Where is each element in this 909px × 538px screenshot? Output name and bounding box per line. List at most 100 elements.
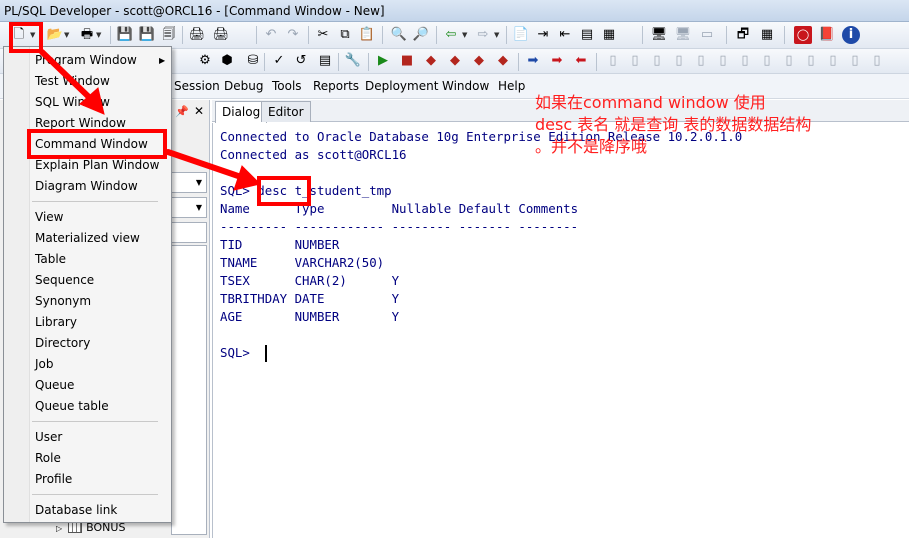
indent-icon[interactable]: ⇥ <box>534 26 552 44</box>
menu-reports[interactable]: Reports <box>313 79 359 93</box>
print-dropdown-icon[interactable]: ▼ <box>96 26 104 44</box>
cascade-icon[interactable]: 🗗 <box>734 26 752 44</box>
macro-icon[interactable]: ▯ <box>692 52 710 70</box>
toggle-icon[interactable]: ▯ <box>824 52 842 70</box>
find-replace-icon[interactable]: 🔎 <box>412 26 430 44</box>
merge-icon[interactable]: ▯ <box>868 52 886 70</box>
debug-start-icon[interactable]: ▶ <box>374 52 392 70</box>
close-panel-icon[interactable]: ✕ <box>194 104 204 118</box>
find-icon[interactable]: 🔍 <box>390 26 408 44</box>
back-dropdown-icon[interactable]: ▼ <box>462 26 470 44</box>
step-out-icon[interactable]: ◆ <box>470 52 488 70</box>
session-icon[interactable]: 🖥 <box>674 26 692 44</box>
macro-stop-icon[interactable]: ▯ <box>758 52 776 70</box>
menu-item-view[interactable]: View <box>35 209 63 225</box>
user-filter-combo[interactable]: ▼ <box>171 172 207 193</box>
bookmark-prev-icon[interactable]: ▯ <box>648 52 666 70</box>
tab-dialog[interactable]: Dialog <box>215 101 268 123</box>
sql-editor-icon[interactable]: ▤ <box>316 52 334 70</box>
menu-item-directory[interactable]: Directory <box>35 335 90 351</box>
macro-play-icon[interactable]: ▯ <box>736 52 754 70</box>
open-icon[interactable]: 📂 <box>46 26 64 44</box>
step-into-icon[interactable]: ◆ <box>422 52 440 70</box>
wrench-icon[interactable]: 🔧 <box>344 52 362 70</box>
object-tree[interactable] <box>171 245 207 535</box>
window-list-icon[interactable]: ▭ <box>698 26 716 44</box>
comment-icon[interactable]: ▦ <box>600 26 618 44</box>
menu-item-synonym[interactable]: Synonym <box>35 293 91 309</box>
menu-deployment[interactable]: Deployment <box>365 79 438 93</box>
save-as-icon[interactable]: 💾 <box>138 26 156 44</box>
break-icon[interactable]: ⬢ <box>218 52 236 70</box>
menu-tools[interactable]: Tools <box>272 79 302 93</box>
menu-item-sql-window[interactable]: SQL Window <box>35 94 110 110</box>
print-preview-icon[interactable]: 🖨 <box>212 26 230 44</box>
print-icon[interactable]: 🖨 <box>188 26 206 44</box>
info-icon[interactable]: i <box>842 26 860 44</box>
object-filter-combo[interactable]: ▼ <box>171 197 207 218</box>
debug-stop-icon[interactable]: ■ <box>398 52 416 70</box>
arrow-right-blue-icon[interactable]: ➡ <box>524 52 542 70</box>
cut-icon[interactable]: ✂ <box>314 26 332 44</box>
arrow-right-red-icon[interactable]: ➡ <box>548 52 566 70</box>
forward-icon[interactable]: ⇨ <box>474 26 492 44</box>
paste-icon[interactable]: 📋 <box>358 26 376 44</box>
fetch-icon[interactable]: ⛁ <box>244 52 262 70</box>
step-over-icon[interactable]: ◆ <box>446 52 464 70</box>
tile-icon[interactable]: ▦ <box>758 26 776 44</box>
menu-item-explain-plan-window[interactable]: Explain Plan Window <box>35 157 159 173</box>
highlight-command-window <box>27 129 167 159</box>
menu-item-database-link[interactable]: Database link <box>35 502 117 518</box>
menu-item-queue[interactable]: Queue <box>35 377 74 393</box>
undo-icon[interactable]: ↶ <box>262 26 280 44</box>
menu-item-profile[interactable]: Profile <box>35 471 72 487</box>
tab-editor[interactable]: Editor <box>261 101 311 122</box>
macro-record-icon[interactable]: ▯ <box>714 52 732 70</box>
oracle-logo-icon[interactable]: ◯ <box>794 26 812 44</box>
expand-icon[interactable]: ▷ <box>56 524 62 533</box>
menu-item-program-window[interactable]: Program Window <box>35 52 137 68</box>
save-all-icon[interactable]: 🗐 <box>160 26 178 44</box>
template-icon[interactable]: ▯ <box>780 52 798 70</box>
rollback-icon[interactable]: ↺ <box>292 52 310 70</box>
run-to-icon[interactable]: ◆ <box>494 52 512 70</box>
pin-icon[interactable]: 📌 <box>175 105 189 118</box>
toolbar-separator <box>784 26 785 44</box>
arrow-exit-icon[interactable]: ⬅ <box>572 52 590 70</box>
menu-item-role[interactable]: Role <box>35 450 61 466</box>
command-output[interactable]: Connected to Oracle Database 10g Enterpr… <box>212 123 909 538</box>
menu-session[interactable]: Session <box>174 79 220 93</box>
menu-help[interactable]: Help <box>498 79 525 93</box>
menu-item-job[interactable]: Job <box>35 356 54 372</box>
menu-item-sequence[interactable]: Sequence <box>35 272 94 288</box>
search-field[interactable] <box>171 222 207 243</box>
open-dropdown-icon[interactable]: ▼ <box>64 26 72 44</box>
commit-icon[interactable]: ✓ <box>270 52 288 70</box>
split-icon[interactable]: ▯ <box>846 52 864 70</box>
uppercase-icon[interactable]: ▤ <box>578 26 596 44</box>
menu-item-user[interactable]: User <box>35 429 62 445</box>
menu-item-table[interactable]: Table <box>35 251 66 267</box>
unindent-icon[interactable]: ⇤ <box>556 26 574 44</box>
pdf-icon[interactable]: 📕 <box>818 26 836 44</box>
menu-debug[interactable]: Debug <box>224 79 263 93</box>
forward-dropdown-icon[interactable]: ▼ <box>494 26 502 44</box>
bookmark-next-icon[interactable]: ▯ <box>626 52 644 70</box>
bookmark-clear-icon[interactable]: ▯ <box>670 52 688 70</box>
describe-icon[interactable]: 📄 <box>512 26 530 44</box>
copy-icon[interactable]: ⧉ <box>336 26 354 44</box>
save-icon[interactable]: 💾 <box>116 26 134 44</box>
monitor-icon[interactable]: 🖥 <box>650 26 668 44</box>
print-setup-icon[interactable]: 🖶 <box>78 26 96 44</box>
menu-item-test-window[interactable]: Test Window <box>35 73 110 89</box>
menu-item-library[interactable]: Library <box>35 314 77 330</box>
template-list-icon[interactable]: ▯ <box>802 52 820 70</box>
menu-window[interactable]: Window <box>442 79 489 93</box>
menu-item-diagram-window[interactable]: Diagram Window <box>35 178 138 194</box>
redo-icon[interactable]: ↷ <box>284 26 302 44</box>
execute-icon[interactable]: ⚙ <box>196 52 214 70</box>
bookmark-icon[interactable]: ▯ <box>604 52 622 70</box>
menu-item-queue-table[interactable]: Queue table <box>35 398 109 414</box>
back-icon[interactable]: ⇦ <box>442 26 460 44</box>
menu-item-materialized-view[interactable]: Materialized view <box>35 230 140 246</box>
